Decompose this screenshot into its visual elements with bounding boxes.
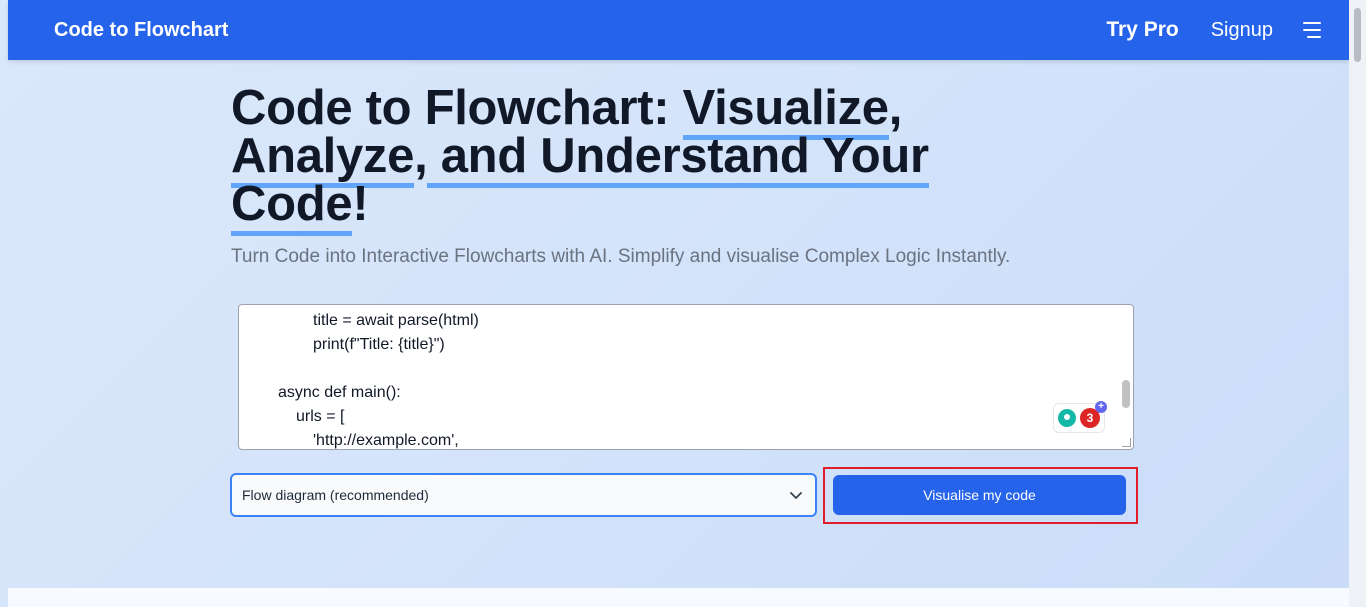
plus-icon: + — [1095, 401, 1107, 413]
diagram-type-select[interactable]: Flow diagram (recommended) — [230, 473, 817, 517]
menu-bar-top — [1303, 22, 1321, 24]
page-subtitle: Turn Code into Interactive Flowcharts wi… — [231, 246, 1011, 267]
page-scrollbar[interactable] — [1349, 0, 1366, 607]
menu-bar-bottom — [1307, 36, 1321, 38]
nav-right: Try Pro Signup — [1106, 18, 1321, 42]
code-line: print(f"Title: {title}") — [313, 336, 445, 353]
code-line: urls = [ — [296, 408, 345, 425]
title-highlight-code: Code — [231, 177, 353, 236]
top-navbar: Code to Flowchart Try Pro Signup — [8, 0, 1349, 60]
menu-bar-middle — [1303, 29, 1321, 31]
lightbulb-icon — [1058, 409, 1076, 427]
code-scrollbar-thumb[interactable] — [1122, 380, 1130, 408]
code-line: title = await parse(html) — [313, 312, 479, 329]
page-scrollbar-thumb[interactable] — [1354, 8, 1361, 62]
extension-count: 3 — [1086, 411, 1094, 425]
diagram-type-selected-value: Flow diagram (recommended) — [242, 487, 429, 503]
code-input-textarea[interactable]: title = await parse(html) print(f"Title:… — [238, 304, 1134, 450]
extension-count-badge: 3 + — [1080, 401, 1107, 428]
next-section — [8, 588, 1349, 607]
title-highlight-understand: and Understand Your — [427, 129, 929, 188]
signup-link[interactable]: Signup — [1211, 19, 1273, 42]
code-line: async def main(): — [278, 384, 401, 401]
title-text-2: , — [888, 81, 903, 135]
title-text-3: , — [414, 129, 428, 183]
visualise-my-code-button[interactable]: Visualise my code — [833, 475, 1126, 515]
grammar-extension-badge[interactable]: 3 + — [1053, 401, 1107, 433]
title-text-4: ! — [352, 177, 369, 231]
try-pro-link[interactable]: Try Pro — [1106, 18, 1178, 42]
chevron-down-icon — [790, 492, 802, 499]
brand-logo-text[interactable]: Code to Flowchart — [54, 19, 228, 42]
page-title: Code to Flowchart: Visualize, Analyze, an… — [231, 81, 1021, 236]
hamburger-menu-icon[interactable] — [1301, 22, 1321, 38]
code-line: 'http://example.com', — [313, 432, 459, 449]
title-text-1: Code to Flowchart: — [231, 81, 683, 135]
textarea-resize-handle[interactable] — [1122, 438, 1131, 447]
